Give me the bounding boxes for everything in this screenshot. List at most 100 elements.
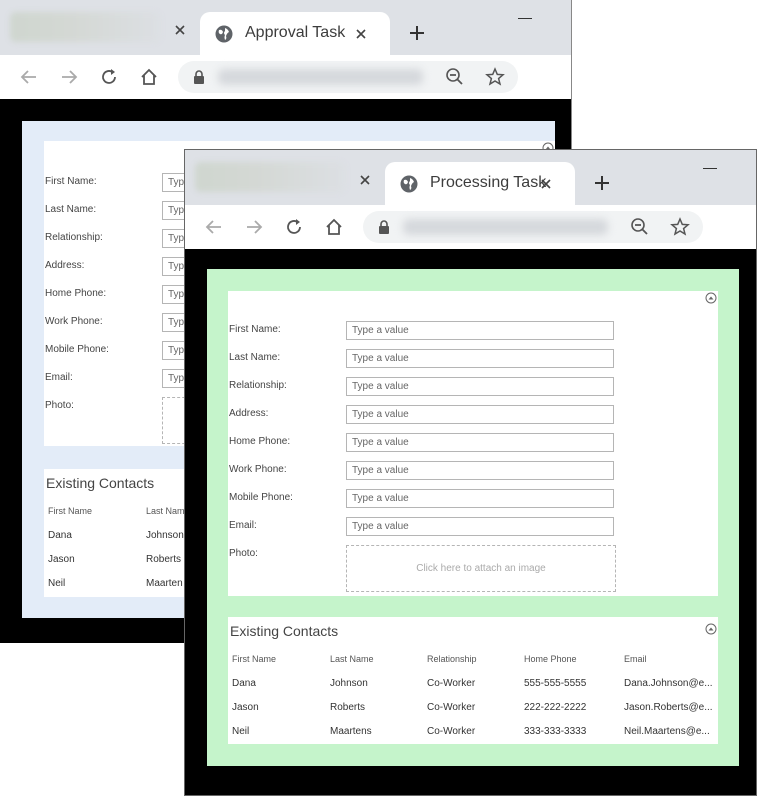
table-cell: Neil.Maartens@e... — [624, 726, 710, 737]
table-cell: Dana.Johnson@e... — [624, 678, 713, 689]
minimize-button[interactable] — [518, 18, 532, 19]
lock-icon — [194, 70, 204, 84]
lock-icon — [379, 220, 389, 234]
globe-icon — [400, 175, 418, 193]
relationship-input[interactable]: Type a value — [346, 377, 614, 396]
email-label: Email: — [229, 520, 257, 531]
reload-icon[interactable] — [98, 66, 120, 88]
close-icon[interactable] — [538, 176, 554, 192]
blurred-inactive-tab[interactable] — [195, 162, 345, 192]
mobile-phone-input[interactable]: Type a value — [346, 489, 614, 508]
table-cell: Dana — [232, 678, 256, 689]
existing-contacts-title: Existing Contacts — [46, 475, 155, 491]
browser-toolbar — [0, 55, 571, 99]
plus-icon[interactable] — [591, 172, 613, 194]
first-name-label: First Name: — [229, 324, 281, 335]
minimize-button[interactable] — [703, 168, 717, 169]
back-arrow-icon[interactable] — [18, 66, 40, 88]
page-content: First Name: Type a value Last Name: Type… — [185, 249, 756, 795]
photo-label: Photo: — [45, 400, 74, 411]
home-phone-label: Home Phone: — [45, 288, 107, 299]
table-cell: Dana — [48, 530, 72, 541]
table-cell: Jason — [48, 554, 75, 565]
close-icon[interactable] — [357, 172, 373, 188]
back-arrow-icon[interactable] — [203, 216, 225, 238]
tab-approval-task[interactable]: Approval Task — [200, 12, 390, 55]
tab-strip: Processing Task — [185, 150, 756, 205]
relationship-label: Relationship: — [45, 232, 103, 243]
table-cell: Roberts — [146, 554, 182, 565]
home-phone-label: Home Phone: — [229, 436, 291, 447]
photo-label: Photo: — [229, 548, 258, 559]
zoom-out-icon[interactable] — [629, 216, 651, 238]
table-cell: Maartens — [330, 726, 372, 737]
table-cell: Neil — [232, 726, 250, 737]
processing-task-browser-window[interactable]: Processing Task First Name: Type a value… — [184, 149, 757, 796]
last-name-label: Last Name: — [45, 204, 97, 215]
column-header-first-name[interactable]: First Name — [48, 506, 92, 516]
table-cell: Jason — [232, 702, 259, 713]
existing-contacts-card: Existing Contacts First Name Last Name R… — [228, 617, 718, 744]
column-header-home-phone[interactable]: Home Phone — [524, 654, 577, 664]
existing-contacts-title: Existing Contacts — [230, 623, 339, 639]
blurred-url — [218, 69, 423, 85]
star-icon[interactable] — [669, 216, 691, 238]
table-cell: Maarten — [146, 578, 183, 589]
home-phone-input[interactable]: Type a value — [346, 433, 614, 452]
table-cell: Co-Worker — [427, 726, 476, 737]
table-cell: Co-Worker — [427, 678, 476, 689]
first-name-input[interactable]: Type a value — [346, 321, 614, 340]
forward-arrow-icon[interactable] — [58, 66, 80, 88]
work-phone-label: Work Phone: — [229, 464, 287, 475]
table-cell: 222-222-2222 — [524, 702, 587, 713]
blurred-url — [403, 219, 608, 235]
collapse-up-icon[interactable] — [705, 623, 717, 635]
star-icon[interactable] — [484, 66, 506, 88]
table-cell: Co-Worker — [427, 702, 476, 713]
collapse-up-icon[interactable] — [705, 292, 717, 304]
form-background: First Name: Type a value Last Name: Type… — [207, 269, 739, 766]
table-cell: Johnson — [330, 678, 368, 689]
blurred-inactive-tab[interactable] — [10, 12, 160, 42]
zoom-out-icon[interactable] — [444, 66, 466, 88]
address-label: Address: — [229, 408, 269, 419]
table-cell: Neil — [48, 578, 66, 589]
contact-form-card: First Name: Type a value Last Name: Type… — [228, 291, 718, 596]
tab-processing-task[interactable]: Processing Task — [385, 162, 575, 205]
tab-title: Processing Task — [430, 174, 547, 191]
forward-arrow-icon[interactable] — [243, 216, 265, 238]
address-bar[interactable] — [178, 61, 518, 93]
mobile-phone-label: Mobile Phone: — [45, 344, 109, 355]
close-icon[interactable] — [353, 26, 369, 42]
browser-toolbar — [185, 205, 756, 249]
table-cell: Johnson — [146, 530, 184, 541]
column-header-first-name[interactable]: First Name — [232, 654, 276, 664]
address-input[interactable]: Type a value — [346, 405, 614, 424]
column-header-last-name[interactable]: Last Nam — [146, 506, 185, 516]
plus-icon[interactable] — [406, 22, 428, 44]
column-header-email[interactable]: Email — [624, 654, 647, 664]
tab-title: Approval Task — [245, 24, 346, 41]
last-name-input[interactable]: Type a value — [346, 349, 614, 368]
email-input[interactable]: Type a value — [346, 517, 614, 536]
work-phone-input[interactable]: Type a value — [346, 461, 614, 480]
table-cell: Jason.Roberts@e... — [624, 702, 713, 713]
address-bar[interactable] — [363, 211, 703, 243]
close-icon[interactable] — [172, 22, 188, 38]
home-icon[interactable] — [138, 66, 160, 88]
table-cell: Roberts — [330, 702, 366, 713]
reload-icon[interactable] — [283, 216, 305, 238]
mobile-phone-label: Mobile Phone: — [229, 492, 293, 503]
photo-dropzone[interactable]: Click here to attach an image — [346, 545, 616, 592]
tab-strip: Approval Task — [0, 0, 571, 55]
home-icon[interactable] — [323, 216, 345, 238]
last-name-label: Last Name: — [229, 352, 281, 363]
relationship-label: Relationship: — [229, 380, 287, 391]
address-label: Address: — [45, 260, 85, 271]
email-label: Email: — [45, 372, 73, 383]
column-header-last-name[interactable]: Last Name — [330, 654, 374, 664]
table-cell: 555-555-5555 — [524, 678, 587, 689]
column-header-relationship[interactable]: Relationship — [427, 654, 477, 664]
work-phone-label: Work Phone: — [45, 316, 103, 327]
first-name-label: First Name: — [45, 176, 97, 187]
